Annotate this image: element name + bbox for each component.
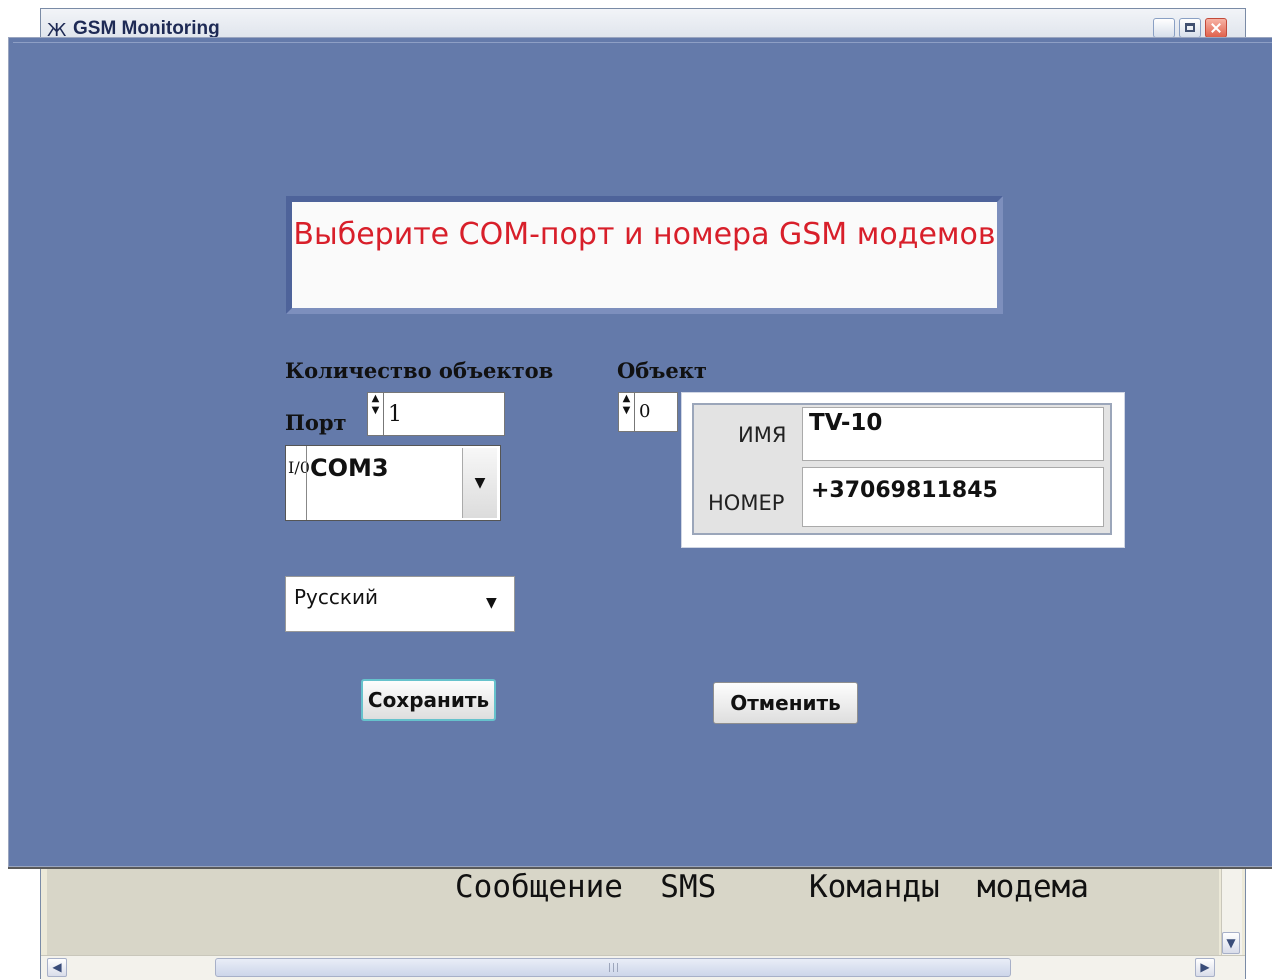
io-icon: I/0 (288, 458, 310, 477)
com-port-value: COM3 (310, 454, 389, 482)
object-details-panel: ИМЯ TV-10 НОМЕР +37069811845 (681, 392, 1125, 548)
close-button[interactable] (1205, 18, 1227, 38)
language-select[interactable]: Русский ▼ (285, 576, 515, 632)
scroll-left-button[interactable]: ◀ (47, 958, 67, 977)
horizontal-scrollbar[interactable]: ◀ ||| ▶ (41, 955, 1245, 980)
language-value: Русский (294, 585, 378, 609)
tab-modem-commands[interactable]: Команды модема (809, 869, 1089, 905)
dropdown-arrow-icon[interactable]: ▼ (462, 448, 497, 518)
dropdown-arrow-icon[interactable]: ▼ (486, 595, 497, 611)
divider (306, 446, 307, 520)
object-count-value: 1 (388, 402, 402, 427)
object-index-stepper[interactable]: ▲ ▼ 0 (618, 392, 678, 432)
title-bar[interactable]: Ж GSM Monitoring (41, 9, 1245, 41)
object-count-stepper[interactable]: ▲ ▼ 1 (367, 392, 505, 436)
com-port-select[interactable]: I/0 COM3 ▼ (285, 445, 501, 521)
scroll-thumb[interactable]: ||| (215, 958, 1011, 977)
minimize-button[interactable] (1153, 18, 1175, 38)
port-label: Порт (285, 410, 347, 435)
name-label: ИМЯ (738, 423, 787, 447)
name-input[interactable]: TV-10 (802, 407, 1104, 461)
number-label: НОМЕР (708, 491, 785, 515)
port-settings-dialog: Выберите COM-порт и номера GSM модемов К… (8, 37, 1272, 867)
tab-sms-message[interactable]: Сообщение SMS (455, 869, 716, 905)
phone-number-input[interactable]: +37069811845 (802, 467, 1104, 527)
spin-up-down-icon[interactable]: ▲ ▼ (619, 393, 635, 431)
scroll-down-button[interactable]: ▼ (1222, 932, 1240, 954)
save-button[interactable]: Сохранить (361, 679, 496, 721)
cancel-button[interactable]: Отменить (713, 682, 858, 724)
dialog-border (13, 42, 1272, 43)
scroll-grip: ||| (608, 963, 621, 973)
spin-up-down-icon[interactable]: ▲ ▼ (368, 393, 384, 435)
scroll-right-button[interactable]: ▶ (1195, 958, 1215, 977)
object-index-value: 0 (639, 401, 651, 422)
object-label: Объект (617, 358, 707, 383)
object-details-inner: ИМЯ TV-10 НОМЕР +37069811845 (692, 403, 1112, 535)
object-count-label: Количество объектов (285, 358, 554, 383)
instruction-banner: Выберите COM-порт и номера GSM модемов (286, 196, 1003, 314)
banner-text: Выберите COM-порт и номера GSM модемов (293, 217, 996, 252)
maximize-button[interactable] (1179, 18, 1201, 38)
